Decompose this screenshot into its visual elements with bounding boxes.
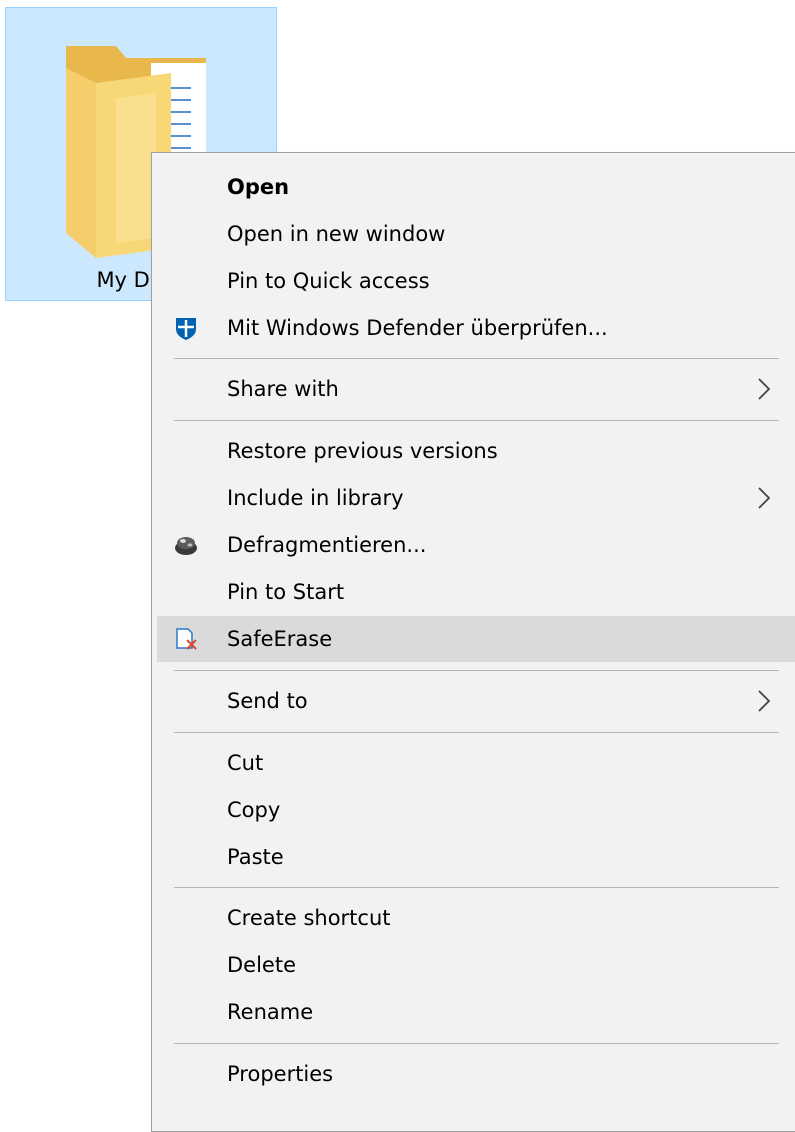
menu-separator (174, 420, 779, 421)
context-menu: Open Open in new window Pin to Quick acc… (151, 152, 795, 1132)
menu-separator (174, 732, 779, 733)
menu-item-restore-versions[interactable]: Restore previous versions (157, 428, 795, 474)
defrag-icon (175, 537, 197, 555)
menu-separator (174, 887, 779, 888)
menu-item-label: Paste (227, 845, 284, 869)
menu-item-label: SafeErase (227, 627, 333, 651)
menu-item-label: Restore previous versions (227, 439, 498, 463)
menu-item-pin-start[interactable]: Pin to Start (157, 569, 795, 615)
menu-item-label: Defragmentieren... (227, 533, 427, 557)
menu-item-cut[interactable]: Cut (157, 740, 795, 786)
menu-item-copy[interactable]: Copy (157, 787, 795, 833)
chevron-right-icon (758, 378, 771, 400)
menu-item-label: Mit Windows Defender überprüfen... (227, 316, 608, 340)
menu-item-open[interactable]: Open (157, 164, 795, 210)
menu-item-label: Send to (227, 689, 308, 713)
menu-item-label: Pin to Quick access (227, 269, 430, 293)
chevron-right-icon (758, 690, 771, 712)
menu-item-delete[interactable]: Delete (157, 942, 795, 988)
menu-item-create-shortcut[interactable]: Create shortcut (157, 895, 795, 941)
menu-item-defragment[interactable]: Defragmentieren... (157, 522, 795, 568)
menu-item-label: Copy (227, 798, 281, 822)
menu-item-label: Include in library (227, 486, 404, 510)
menu-separator (174, 358, 779, 359)
menu-item-send-to[interactable]: Send to (157, 678, 795, 724)
menu-item-include-library[interactable]: Include in library (157, 475, 795, 521)
menu-item-rename[interactable]: Rename (157, 989, 795, 1035)
menu-item-open-new-window[interactable]: Open in new window (157, 211, 795, 257)
windows-defender-shield-icon (176, 318, 196, 340)
menu-separator (174, 1043, 779, 1044)
menu-item-label: Create shortcut (227, 906, 391, 930)
menu-item-label: Cut (227, 751, 264, 775)
menu-item-label: Open (227, 175, 290, 199)
menu-item-label: Pin to Start (227, 580, 345, 604)
menu-item-label: Open in new window (227, 222, 446, 246)
menu-item-label: Properties (227, 1062, 334, 1086)
menu-item-label: Delete (227, 953, 296, 977)
menu-item-properties[interactable]: Properties (157, 1051, 795, 1097)
menu-item-defender-scan[interactable]: Mit Windows Defender überprüfen... (157, 305, 795, 351)
menu-item-pin-quick-access[interactable]: Pin to Quick access (157, 258, 795, 304)
menu-separator (174, 670, 779, 671)
menu-item-label: Rename (227, 1000, 314, 1024)
chevron-right-icon (758, 487, 771, 509)
menu-item-paste[interactable]: Paste (157, 834, 795, 880)
safeerase-icon (176, 628, 197, 650)
menu-item-share-with[interactable]: Share with (157, 366, 795, 412)
menu-item-safe-erase[interactable]: SafeErase (157, 616, 795, 662)
menu-item-label: Share with (227, 377, 339, 401)
